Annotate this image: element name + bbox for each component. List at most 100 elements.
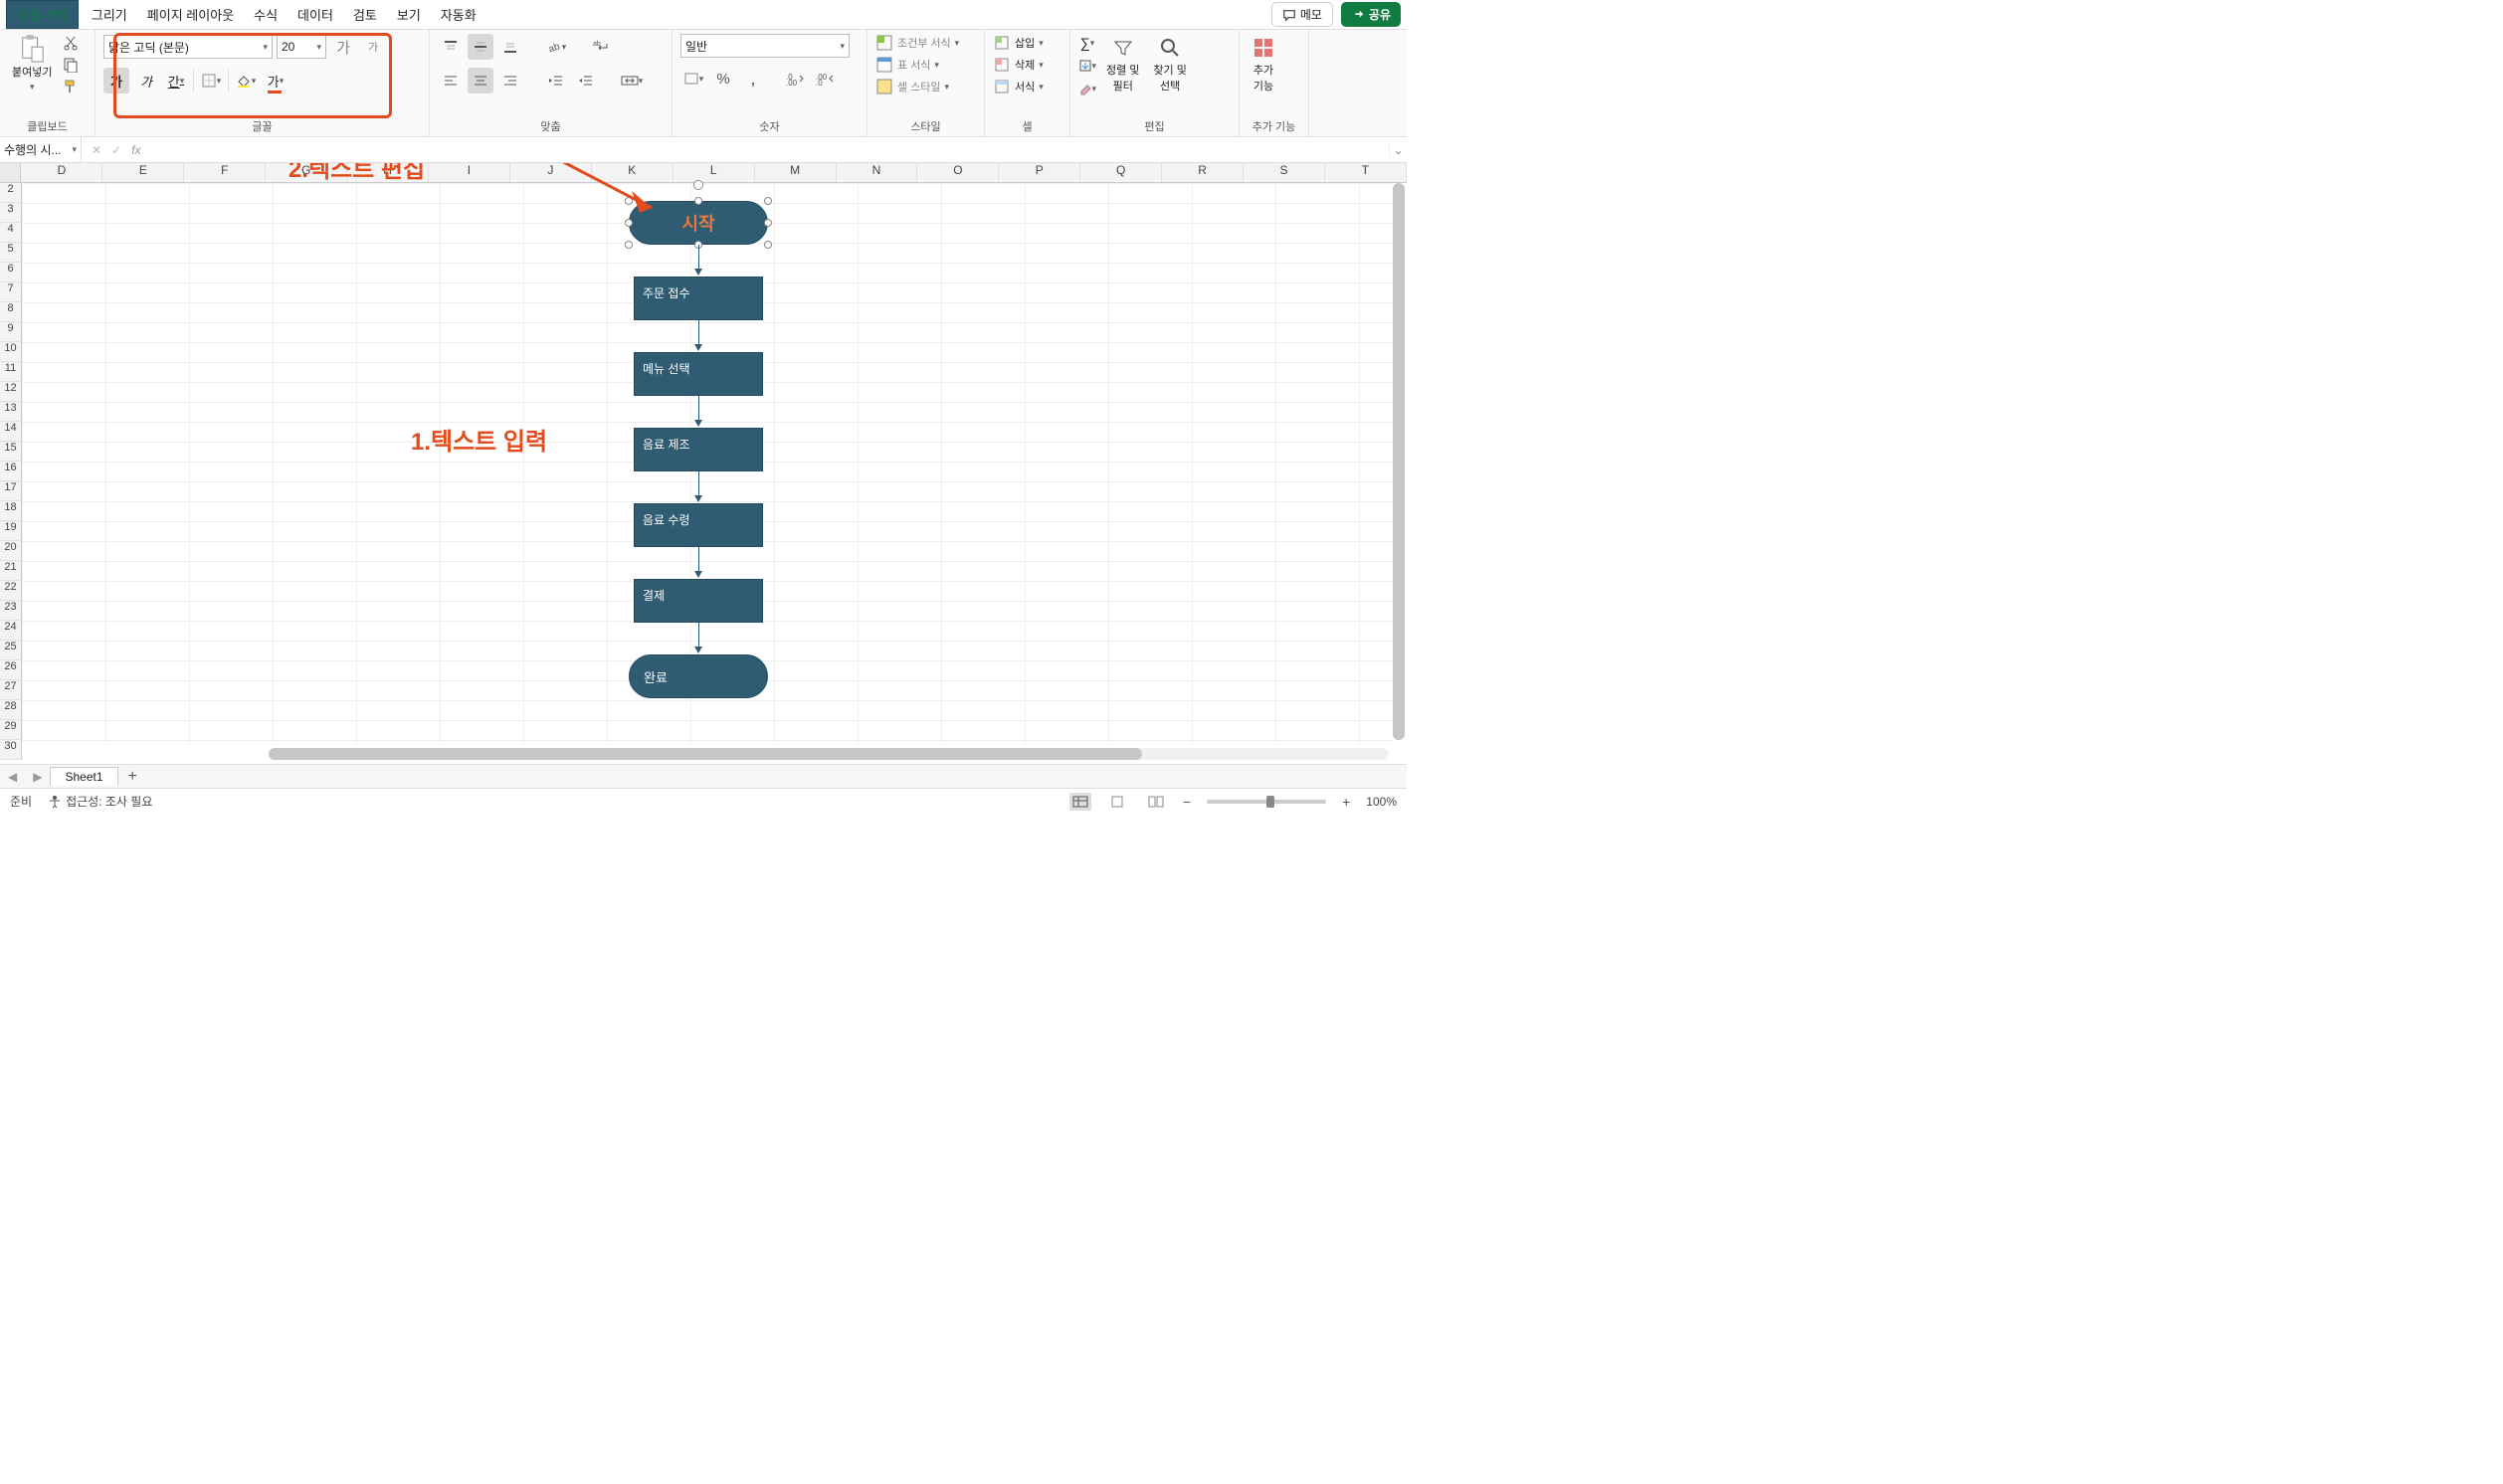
zoom-level[interactable]: 100% [1366, 795, 1397, 809]
row-header[interactable]: 14 [0, 422, 22, 442]
col-header[interactable]: E [102, 163, 184, 182]
row-header[interactable]: 29 [0, 720, 22, 740]
name-box[interactable]: 수행의 시... ▾ [0, 137, 82, 162]
expand-formula-bar-icon[interactable]: ⌄ [1389, 143, 1407, 157]
copy-icon[interactable] [62, 56, 80, 74]
sheet-nav-prev[interactable]: ◀ [0, 770, 25, 784]
row-header[interactable]: 26 [0, 660, 22, 680]
row-header[interactable]: 21 [0, 561, 22, 581]
confirm-formula-icon[interactable]: ✓ [111, 143, 121, 157]
align-center-button[interactable] [468, 68, 493, 93]
merge-button[interactable]: ▾ [619, 68, 645, 93]
fill-icon[interactable]: ▾ [1078, 57, 1096, 75]
row-header[interactable]: 11 [0, 362, 22, 382]
row-header[interactable]: 16 [0, 462, 22, 481]
zoom-out-button[interactable]: − [1183, 794, 1191, 810]
row-header[interactable]: 8 [0, 302, 22, 322]
memo-button[interactable]: 메모 [1271, 2, 1333, 27]
border-button[interactable]: ▾ [198, 68, 224, 93]
zoom-in-button[interactable]: + [1342, 794, 1350, 810]
table-format-button[interactable]: 표 서식 ▾ [875, 56, 939, 74]
row-header[interactable]: 5 [0, 243, 22, 263]
col-header[interactable]: R [1162, 163, 1244, 182]
clear-icon[interactable]: ▾ [1078, 80, 1096, 97]
zoom-slider-knob[interactable] [1266, 796, 1274, 808]
page-layout-view-button[interactable] [1107, 793, 1129, 811]
shape-process-4[interactable]: 음료 수령 [634, 503, 763, 547]
conditional-format-button[interactable]: 조건부 서식 ▾ [875, 34, 959, 52]
align-top-button[interactable] [438, 34, 464, 60]
row-header[interactable]: 22 [0, 581, 22, 601]
tab-automate[interactable]: 자동화 [431, 1, 486, 28]
row-header[interactable]: 24 [0, 621, 22, 641]
shape-end-terminator[interactable]: 완료 [629, 654, 768, 698]
fx-icon[interactable]: fx [131, 143, 140, 157]
accounting-format-button[interactable]: ▾ [680, 66, 706, 92]
col-header[interactable]: S [1244, 163, 1325, 182]
cell-style-button[interactable]: 셀 스타일 ▾ [875, 78, 949, 95]
col-header[interactable]: D [21, 163, 102, 182]
select-all-corner[interactable] [0, 163, 21, 182]
font-size-select[interactable]: 20 ▾ [277, 35, 326, 59]
underline-button[interactable]: 간 ▾ [163, 68, 189, 93]
format-painter-icon[interactable] [62, 78, 80, 95]
row-header[interactable]: 3 [0, 203, 22, 223]
row-header[interactable]: 18 [0, 501, 22, 521]
add-sheet-button[interactable]: + [118, 768, 147, 786]
tab-view[interactable]: 보기 [387, 1, 431, 28]
format-cells-button[interactable]: 서식 ▾ [993, 78, 1044, 95]
row-header[interactable]: 4 [0, 223, 22, 243]
italic-button[interactable]: 가 [133, 68, 159, 93]
sheet-tab-1[interactable]: Sheet1 [50, 767, 117, 786]
decrease-indent-button[interactable] [543, 68, 569, 93]
tab-draw[interactable]: 그리기 [82, 1, 137, 28]
font-color-button[interactable]: 가 ▾ [263, 68, 289, 93]
horizontal-scrollbar[interactable] [269, 748, 1389, 760]
col-header[interactable]: F [184, 163, 266, 182]
row-header[interactable]: 12 [0, 382, 22, 402]
align-bottom-button[interactable] [497, 34, 523, 60]
share-button[interactable]: 공유 [1341, 2, 1401, 27]
col-header[interactable]: Q [1080, 163, 1162, 182]
font-name-select[interactable]: 맑은 고딕 (본문) ▾ [103, 35, 273, 59]
tab-formulas[interactable]: 수식 [244, 1, 288, 28]
worksheet-grid[interactable]: D E F G H I J K L M N O P Q R S T 234567… [0, 163, 1407, 764]
row-header[interactable]: 25 [0, 641, 22, 660]
percent-button[interactable]: % [710, 66, 736, 92]
addins-button[interactable]: 추가 기능 [1248, 34, 1279, 95]
row-header[interactable]: 27 [0, 680, 22, 700]
shape-process-3[interactable]: 음료 제조 [634, 428, 763, 471]
shrink-font-button[interactable]: 가 [360, 34, 386, 60]
row-header[interactable]: 13 [0, 402, 22, 422]
align-right-button[interactable] [497, 68, 523, 93]
wrap-text-button[interactable]: ab [589, 34, 615, 60]
normal-view-button[interactable] [1069, 793, 1091, 811]
number-format-select[interactable]: 일반 ▾ [680, 34, 850, 58]
cut-icon[interactable] [62, 34, 80, 52]
align-left-button[interactable] [438, 68, 464, 93]
zoom-slider[interactable] [1207, 800, 1326, 804]
page-break-view-button[interactable] [1145, 793, 1167, 811]
scrollbar-thumb[interactable] [269, 748, 1142, 760]
col-header[interactable]: N [837, 163, 918, 182]
col-header[interactable]: L [674, 163, 755, 182]
row-header[interactable]: 19 [0, 521, 22, 541]
find-select-button[interactable]: 찾기 및 선택 [1149, 34, 1190, 95]
scrollbar-thumb[interactable] [1393, 183, 1405, 740]
sort-filter-button[interactable]: 정렬 및 필터 [1102, 34, 1143, 95]
row-header[interactable]: 2 [0, 183, 22, 203]
insert-cells-button[interactable]: 삽입 ▾ [993, 34, 1044, 52]
row-header[interactable]: 23 [0, 601, 22, 621]
vertical-scrollbar[interactable] [1393, 183, 1405, 740]
tab-page-layout[interactable]: 페이지 레이아웃 [137, 1, 244, 28]
row-header[interactable]: 6 [0, 263, 22, 282]
tab-shape-format[interactable]: 도형 서식 [6, 0, 79, 29]
increase-indent-button[interactable] [573, 68, 599, 93]
tab-review[interactable]: 검토 [343, 1, 387, 28]
bold-button[interactable]: 가 [103, 68, 129, 93]
autosum-icon[interactable]: ∑ ▾ [1078, 34, 1096, 52]
row-header[interactable]: 30 [0, 740, 22, 760]
shape-process-5[interactable]: 결제 [634, 579, 763, 623]
row-header[interactable]: 10 [0, 342, 22, 362]
align-middle-button[interactable] [468, 34, 493, 60]
